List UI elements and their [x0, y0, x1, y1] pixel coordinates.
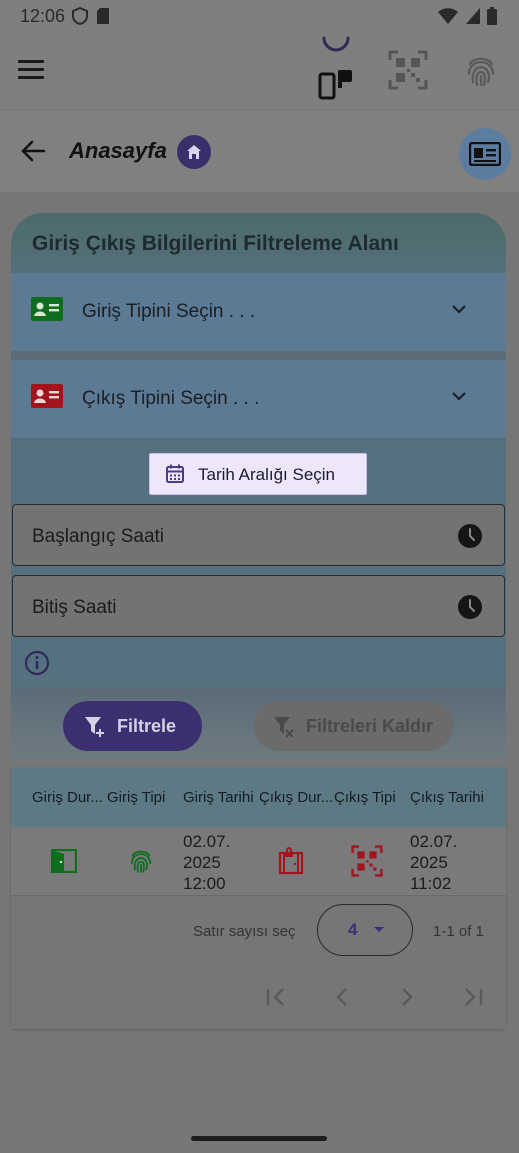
entry-date-line: 2025: [183, 853, 221, 872]
clear-filter-label: Filtreleri Kaldır: [306, 716, 434, 736]
start-time-label: Başlangıç Saati: [32, 526, 165, 547]
page-title: Anasayfa: [69, 138, 167, 163]
column-header[interactable]: Giriş Tipi: [107, 789, 179, 806]
status-time: 12:06: [20, 6, 66, 26]
entry-id-card-icon: [31, 297, 63, 321]
rows-per-page-label: Satır sayısı seç: [193, 923, 296, 940]
top-app-bar: [0, 32, 519, 110]
end-time-field[interactable]: Bitiş Saati: [12, 575, 505, 637]
shield-icon: [72, 7, 88, 25]
last-page-icon[interactable]: [460, 986, 486, 1008]
chevron-down-icon: [452, 392, 466, 401]
previous-page-icon[interactable]: [329, 986, 355, 1008]
page-range-label: 1-1 of 1: [433, 923, 484, 940]
wifi-icon: [438, 8, 458, 24]
home-gesture-handle[interactable]: [191, 1136, 327, 1141]
caret-down-icon: [374, 927, 384, 932]
pagination: Satır sayısı seç 4 1-1 of 1: [11, 895, 506, 1029]
exit-type-placeholder: Çıkış Tipini Seçin . . .: [82, 388, 260, 409]
fingerprint-icon: [130, 850, 152, 873]
start-time-field[interactable]: Başlangıç Saati: [12, 504, 505, 566]
qr-scan-icon[interactable]: [388, 50, 428, 90]
battery-icon: [487, 7, 497, 25]
signal-icon: [466, 8, 480, 24]
chevron-down-icon: [452, 305, 466, 314]
id-card-icon: [469, 142, 501, 166]
home-button[interactable]: [177, 135, 211, 169]
device-link-icon[interactable]: [318, 68, 354, 100]
info-icon[interactable]: [24, 650, 50, 676]
clock-icon[interactable]: [457, 594, 483, 620]
clear-filter-button[interactable]: Filtreleri Kaldır: [254, 701, 453, 751]
entry-date-line: 12:00: [183, 874, 226, 893]
status-bar: 12:06: [0, 0, 519, 32]
id-card-button[interactable]: [459, 128, 511, 180]
apply-filter-label: Filtrele: [117, 716, 177, 736]
date-range-label: Tarih Aralığı Seçin: [198, 465, 336, 484]
clock-icon[interactable]: [457, 523, 483, 549]
entry-type-select[interactable]: Giriş Tipini Seçin . . .: [11, 273, 506, 351]
column-header[interactable]: Çıkış Tarihi: [410, 789, 500, 806]
filter-card: Giriş Çıkış Bilgilerini Filtreleme Alanı…: [11, 213, 506, 759]
loading-spinner-icon: [322, 36, 350, 52]
exit-id-card-icon: [31, 384, 63, 408]
first-page-icon[interactable]: [263, 986, 289, 1008]
door-locked-icon: [278, 847, 304, 875]
filter-remove-icon: [274, 717, 294, 738]
end-time-label: Bitiş Saati: [32, 597, 117, 618]
door-open-icon: [51, 849, 77, 873]
navigation-bar: [0, 1112, 519, 1153]
rows-per-page-value: 4: [348, 920, 358, 939]
back-arrow-icon[interactable]: [20, 138, 46, 164]
qr-code-icon: [351, 845, 383, 877]
calendar-icon: [166, 464, 184, 483]
column-header[interactable]: Çıkış Dur...: [259, 789, 332, 806]
next-page-icon[interactable]: [394, 986, 420, 1008]
menu-icon[interactable]: [18, 60, 44, 80]
rows-per-page-select[interactable]: 4: [317, 904, 413, 956]
filter-add-icon: [85, 717, 104, 737]
exit-date-line: 2025: [410, 853, 448, 872]
apply-filter-button[interactable]: Filtrele: [63, 701, 202, 751]
table-header: Giriş Dur... Giriş Tipi Giriş Tarihi Çık…: [11, 767, 506, 827]
column-header[interactable]: Çıkış Tipi: [334, 789, 408, 806]
column-header[interactable]: Giriş Tarihi: [183, 789, 260, 806]
app-screen: 12:06 Anasayfa Giriş Çıkış Bilgilerini F…: [0, 0, 519, 1153]
fingerprint-icon[interactable]: [464, 54, 498, 88]
exit-date-line: 02.07.: [410, 832, 458, 851]
exit-type-select[interactable]: Çıkış Tipini Seçin . . .: [11, 360, 506, 438]
date-range-button[interactable]: Tarih Aralığı Seçin: [149, 453, 367, 495]
records-table: Giriş Dur... Giriş Tipi Giriş Tarihi Çık…: [11, 767, 506, 1029]
column-header[interactable]: Giriş Dur...: [32, 789, 104, 806]
page-header: Anasayfa: [0, 110, 519, 192]
sd-card-icon: [97, 8, 109, 24]
exit-date-line: 11:02: [410, 874, 452, 893]
entry-date-line: 02.07.: [183, 832, 231, 851]
home-icon: [187, 145, 201, 159]
entry-type-placeholder: Giriş Tipini Seçin . . .: [82, 301, 256, 322]
table-row[interactable]: 02.07. 2025 12:00 02.07. 2025 11:02: [11, 827, 506, 895]
filter-title: Giriş Çıkış Bilgilerini Filtreleme Alanı: [32, 232, 399, 255]
